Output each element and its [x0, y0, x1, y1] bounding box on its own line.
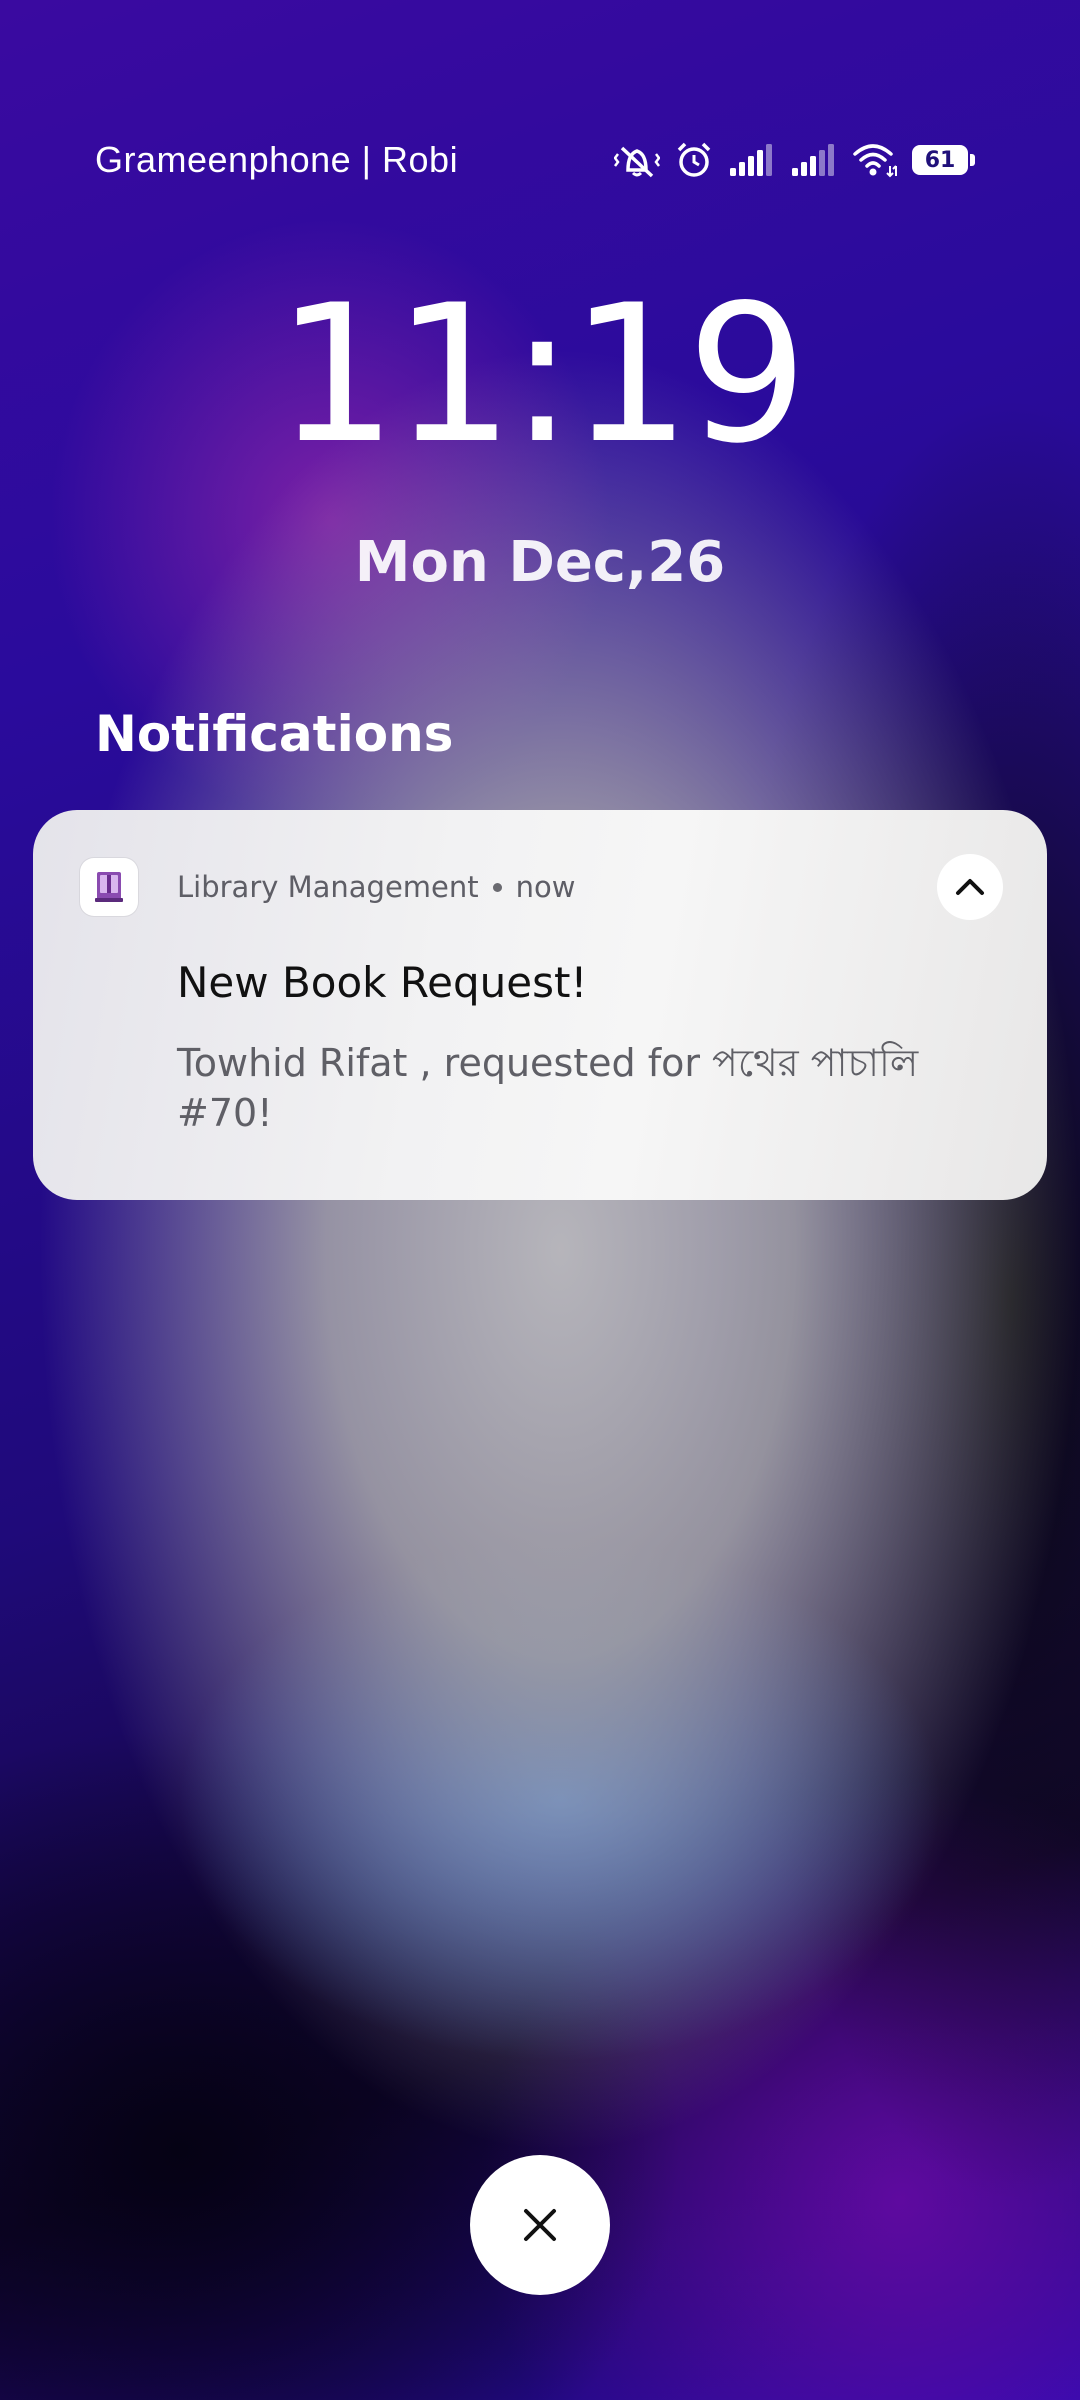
separator-dot: [492, 882, 502, 892]
book-icon: [80, 858, 138, 916]
wifi-icon: [852, 140, 898, 180]
battery-tip: [970, 154, 975, 166]
notification-card[interactable]: Library Management now New Book Request!…: [33, 810, 1047, 1200]
lockscreen-date: Mon Dec,26: [354, 530, 726, 595]
signal-sim2-icon: [790, 142, 838, 178]
signal-sim1-icon: [728, 142, 776, 178]
collapse-notification-button[interactable]: [937, 854, 1003, 920]
battery-icon: 61: [912, 145, 975, 175]
status-bar: Grameenphone | Robi 61: [95, 130, 975, 190]
dismiss-button[interactable]: [470, 2155, 610, 2295]
notification-app-name: Library Management: [177, 870, 479, 904]
alarm-icon: [674, 140, 714, 180]
notification-body: Towhid Rifat , requested for পথের পাচালি…: [177, 1041, 919, 1135]
chevron-up-icon: [956, 879, 984, 895]
notifications-heading: Notifications: [95, 705, 454, 763]
notification-time: now: [515, 870, 576, 904]
close-icon: [524, 2209, 556, 2241]
status-icons: 61: [614, 140, 975, 180]
lockscreen-clock: 11:19: [276, 264, 808, 485]
vibrate-mute-icon: [614, 140, 660, 180]
notification-title: New Book Request!: [177, 958, 588, 1007]
carrier-name: Grameenphone | Robi: [95, 139, 459, 180]
battery-level: 61: [912, 145, 968, 175]
notification-meta: Library Management now: [177, 870, 576, 904]
